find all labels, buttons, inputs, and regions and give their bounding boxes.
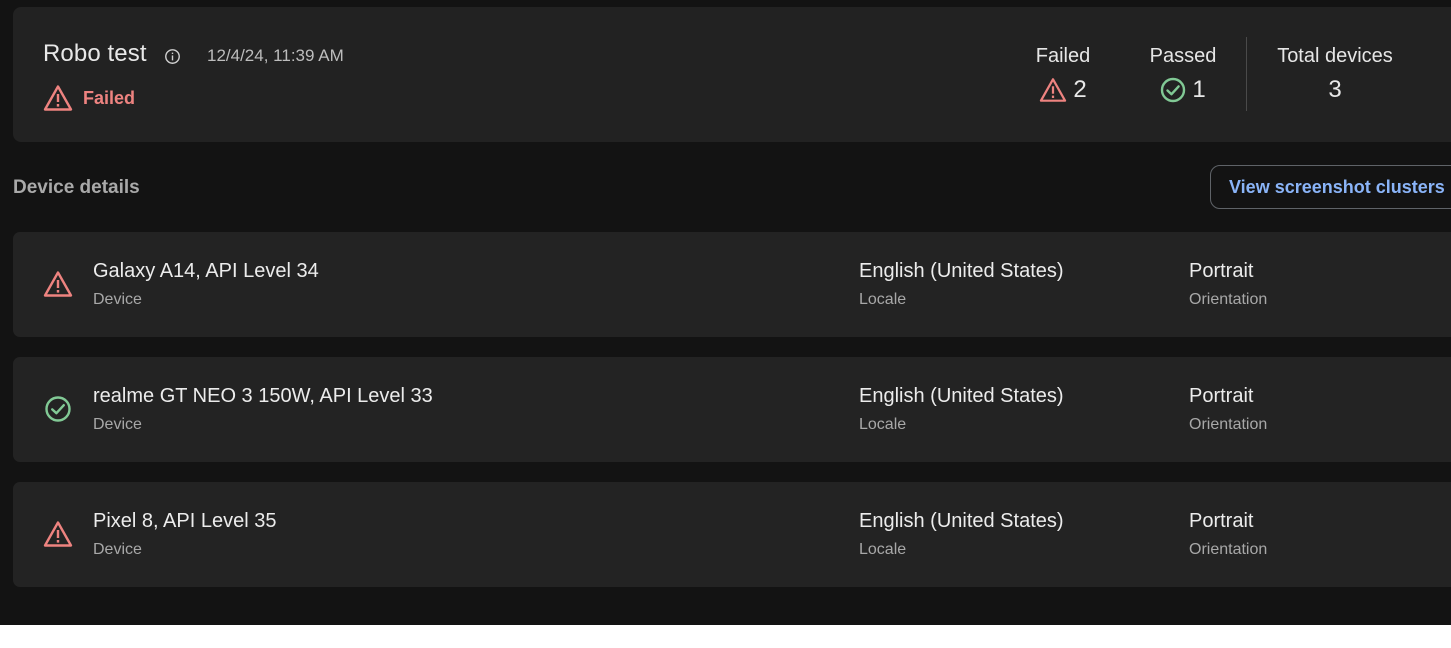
info-icon[interactable] [164, 48, 181, 65]
device-locale-label: Locale [859, 541, 907, 558]
warning-icon [43, 271, 73, 297]
test-title: Robo test [43, 40, 147, 67]
test-results-page: Robo test 12/4/24, 11:39 AM Failed Faile… [0, 0, 1451, 625]
passed-count-value: 1 [1192, 76, 1206, 103]
device-locale: English (United States) [859, 510, 1064, 532]
device-orientation: Portrait [1189, 510, 1254, 532]
device-name-label: Device [93, 291, 142, 308]
stats-divider [1246, 37, 1247, 111]
failed-count-label: Failed [1035, 45, 1091, 67]
test-status-label: Failed [83, 88, 136, 108]
device-row[interactable]: Galaxy A14, API Level 34 Device English … [13, 232, 1451, 337]
view-screenshot-clusters-button[interactable]: View screenshot clusters [1210, 165, 1451, 209]
device-row[interactable]: Pixel 8, API Level 35 Device English (Un… [13, 482, 1451, 587]
device-name: Pixel 8, API Level 35 [93, 510, 277, 532]
device-locale-label: Locale [859, 291, 907, 308]
device-name-label: Device [93, 541, 142, 558]
total-devices-label: Total devices [1277, 45, 1393, 67]
test-timestamp: 12/4/24, 11:39 AM [207, 46, 344, 65]
device-name: Galaxy A14, API Level 34 [93, 260, 319, 282]
passed-count-stat: Passed 1 [1134, 45, 1232, 104]
device-name-label: Device [93, 416, 142, 433]
check-circle-icon [45, 396, 71, 422]
device-orientation-label: Orientation [1189, 541, 1268, 558]
total-devices-value: 3 [1328, 76, 1342, 103]
total-devices-stat: Total devices 3 [1264, 45, 1406, 104]
device-orientation: Portrait [1189, 260, 1254, 282]
device-orientation: Portrait [1189, 385, 1254, 407]
passed-count-label: Passed [1149, 45, 1217, 67]
failed-count-value: 2 [1073, 76, 1087, 103]
warning-icon [43, 521, 73, 547]
device-details-heading: Device details [13, 177, 140, 198]
warning-icon [1040, 78, 1067, 102]
device-orientation-label: Orientation [1189, 416, 1268, 433]
device-locale: English (United States) [859, 260, 1064, 282]
device-name: realme GT NEO 3 150W, API Level 33 [93, 385, 433, 407]
check-circle-icon [1161, 77, 1186, 103]
test-summary-card: Robo test 12/4/24, 11:39 AM Failed Faile… [13, 7, 1451, 142]
failed-count-stat: Failed 2 [1017, 45, 1109, 104]
device-row[interactable]: realme GT NEO 3 150W, API Level 33 Devic… [13, 357, 1451, 462]
warning-icon [43, 85, 73, 111]
device-locale-label: Locale [859, 416, 907, 433]
device-locale: English (United States) [859, 385, 1064, 407]
device-orientation-label: Orientation [1189, 291, 1268, 308]
